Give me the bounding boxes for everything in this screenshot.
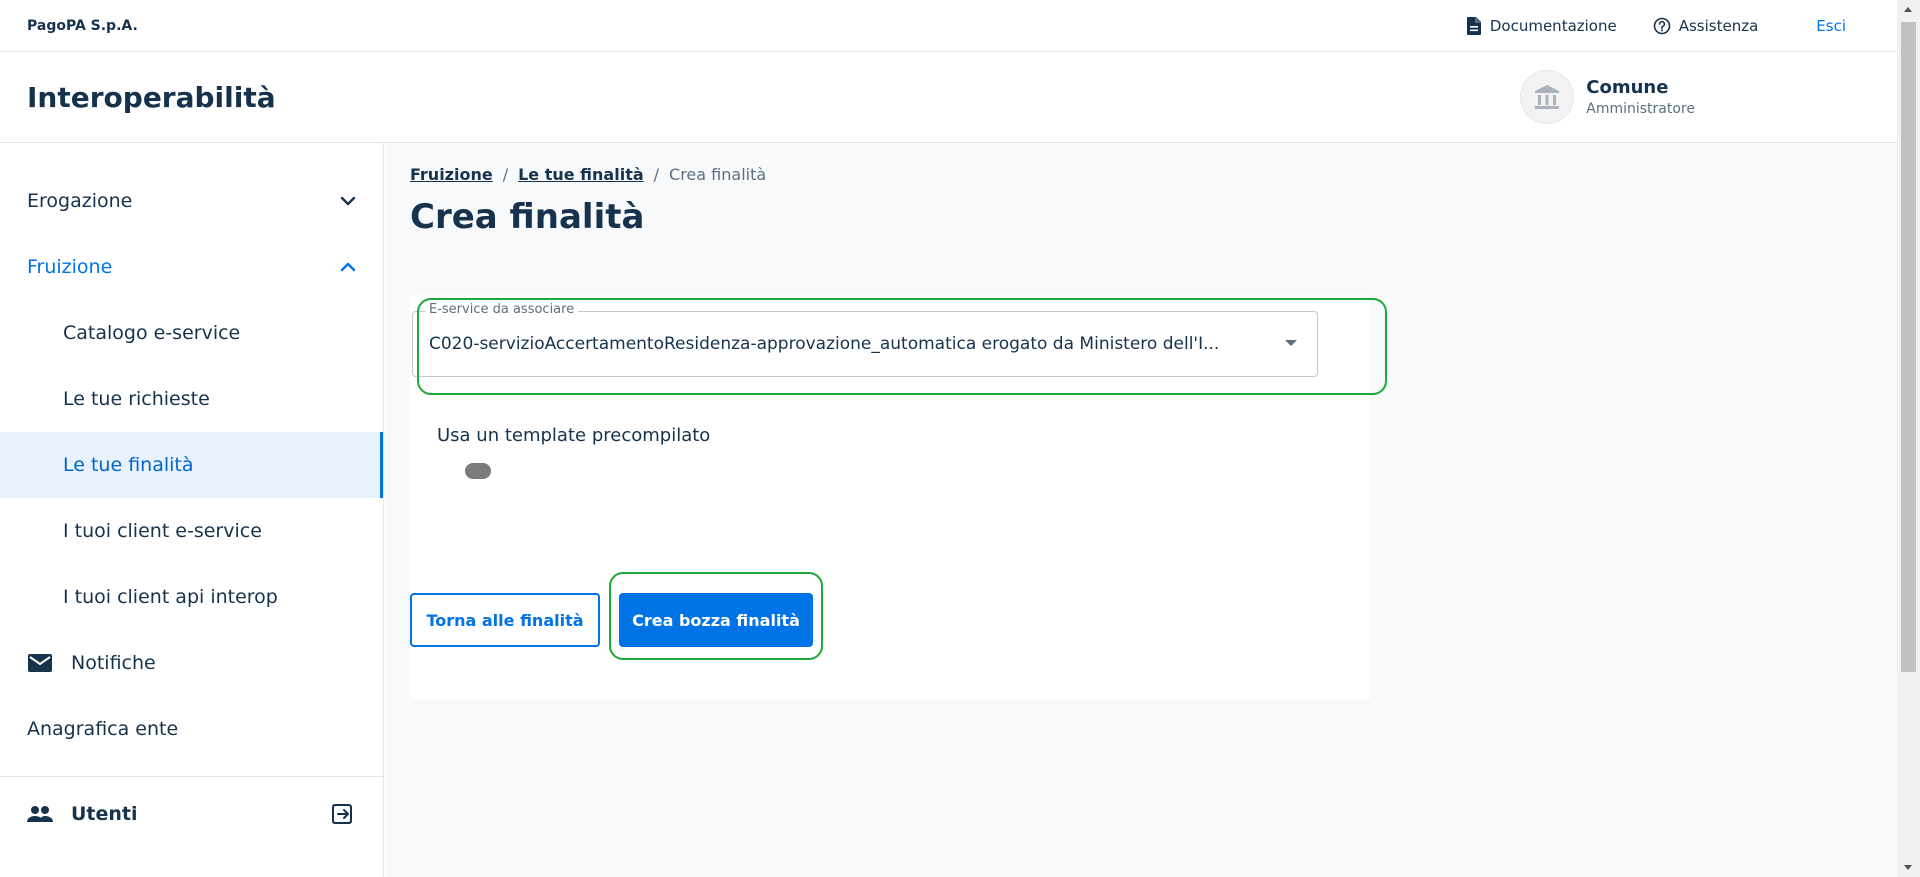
sidebar-item-client-api[interactable]: I tuoi client api interop (0, 564, 383, 630)
party-name: Comune (1586, 77, 1669, 98)
eservice-select[interactable]: E-service da associare C020-servizioAcce… (412, 302, 1318, 377)
page-scrollbar[interactable] (1897, 0, 1920, 877)
exit-icon[interactable] (330, 802, 354, 826)
documentation-label: Documentazione (1489, 16, 1617, 35)
scrollbar-thumb[interactable] (1901, 22, 1916, 672)
breadcrumb-link-fruizione[interactable]: Fruizione (410, 165, 493, 184)
brand-name[interactable]: PagoPA S.p.A. (27, 18, 138, 34)
sidebar-item-label: I tuoi client api interop (63, 586, 278, 608)
scroll-down-arrow-icon[interactable] (1904, 865, 1912, 870)
breadcrumb-link-finalita[interactable]: Le tue finalità (518, 165, 644, 184)
sidebar-item-fruizione[interactable]: Fruizione (0, 234, 383, 300)
product-header: Interoperabilità Comune Amministratore (0, 52, 1897, 143)
sidebar-item-label: Le tue finalità (63, 454, 194, 476)
chevron-down-icon (340, 196, 356, 206)
sidebar-item-label: Utenti (71, 803, 138, 825)
party-role: Amministratore (1586, 101, 1695, 117)
sidebar-item-erogazione[interactable]: Erogazione (0, 168, 383, 234)
sidebar-item-label: Le tue richieste (63, 388, 210, 410)
switch-track (465, 463, 491, 479)
support-label: Assistenza (1678, 16, 1759, 35)
sidebar-item-label: Anagrafica ente (27, 718, 179, 740)
sidebar-item-anagrafica[interactable]: Anagrafica ente (0, 696, 383, 762)
eservice-select-value: C020-servizioAccertamentoResidenza-appro… (429, 334, 1220, 354)
create-draft-purpose-button[interactable]: Crea bozza finalità (619, 593, 813, 647)
breadcrumb: Fruizione / Le tue finalità / Crea final… (410, 165, 766, 184)
help-icon (1653, 17, 1671, 34)
party-switcher[interactable]: Comune Amministratore (1520, 70, 1695, 124)
sidebar-item-client-eservice[interactable]: I tuoi client e-service (0, 498, 383, 564)
eservice-select-label: E-service da associare (425, 302, 579, 317)
breadcrumb-separator: / (653, 165, 660, 184)
page-title: Crea finalità (410, 197, 645, 237)
sidebar-item-label: Erogazione (27, 190, 133, 212)
top-bar: PagoPA S.p.A. Documentazione Assistenza … (0, 0, 1897, 52)
logout-link[interactable]: Esci (1816, 17, 1846, 35)
product-title: Interoperabilità (27, 80, 276, 114)
documentation-link[interactable]: Documentazione (1466, 16, 1617, 35)
party-info: Comune Amministratore (1586, 77, 1695, 117)
sidebar-item-label: Fruizione (27, 256, 113, 278)
top-links: Documentazione Assistenza Esci (1430, 16, 1870, 35)
sidebar-item-notifiche[interactable]: Notifiche (0, 630, 383, 696)
sidebar-item-richieste[interactable]: Le tue richieste (0, 366, 383, 432)
template-switch[interactable] (465, 463, 491, 479)
people-icon (27, 806, 53, 822)
sidebar-item-utenti[interactable]: Utenti (0, 783, 384, 845)
document-icon (1466, 16, 1481, 35)
caret-down-icon[interactable] (1285, 340, 1297, 346)
sidebar-item-label: Notifiche (71, 652, 156, 674)
sidebar-item-label: I tuoi client e-service (63, 520, 262, 542)
main-content: Fruizione / Le tue finalità / Crea final… (385, 143, 1897, 877)
institution-icon (1535, 85, 1560, 109)
scroll-up-arrow-icon[interactable] (1904, 7, 1912, 12)
mail-icon (28, 654, 52, 672)
breadcrumb-separator: / (502, 165, 509, 184)
support-link[interactable]: Assistenza (1653, 16, 1759, 35)
template-switch-label: Usa un template precompilato (437, 425, 711, 446)
back-to-purposes-button[interactable]: Torna alle finalità (410, 593, 600, 647)
sidebar-item-finalita[interactable]: Le tue finalità (0, 432, 383, 498)
avatar (1520, 70, 1575, 124)
sidebar-divider (0, 776, 384, 777)
breadcrumb-current: Crea finalità (669, 165, 767, 184)
sidebar-item-label: Catalogo e-service (63, 322, 241, 344)
chevron-up-icon (340, 262, 356, 272)
sidebar-item-catalogo[interactable]: Catalogo e-service (0, 300, 383, 366)
sidebar: Erogazione Fruizione Catalogo e-service … (0, 143, 384, 877)
